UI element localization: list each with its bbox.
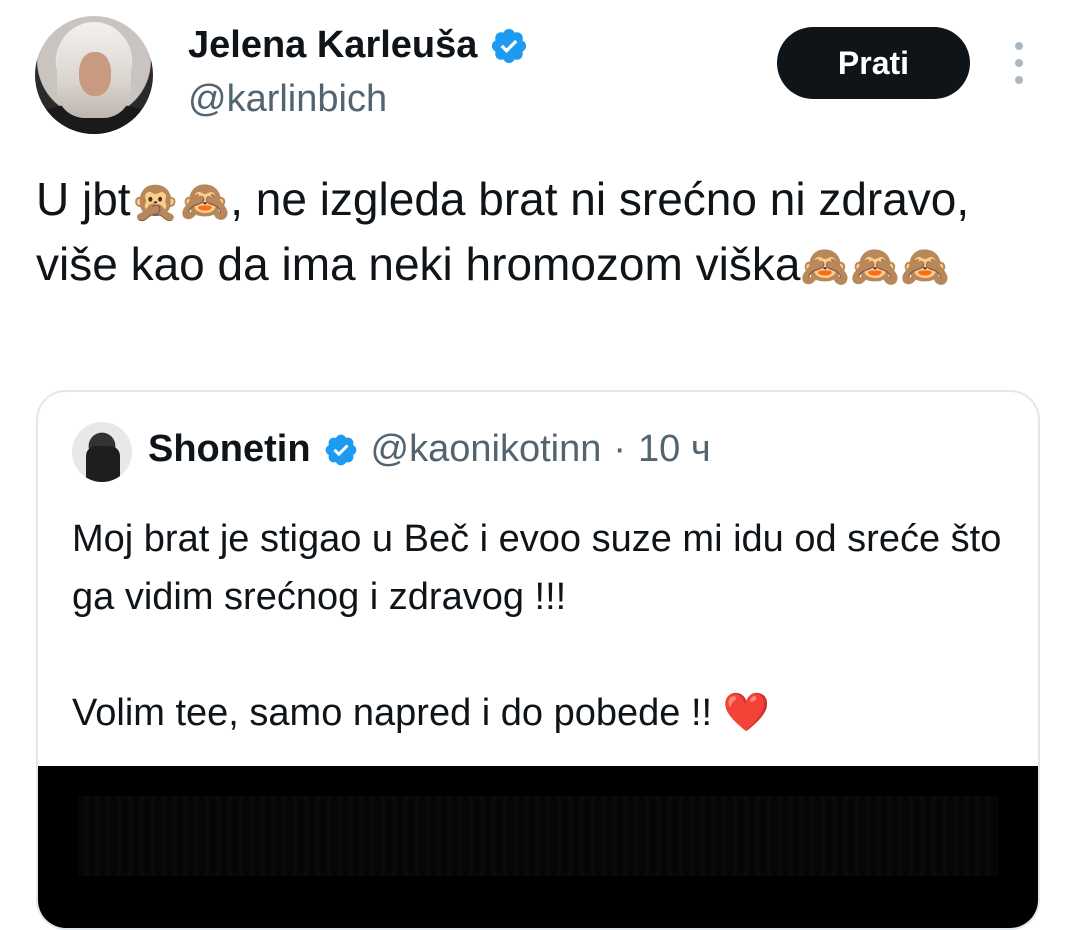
quoted-tweet-text: Moj brat je stigao u Beč i evoo suze mi …	[72, 510, 1032, 742]
verified-badge-icon	[492, 28, 527, 63]
more-dot	[1015, 42, 1023, 50]
avatar-face	[79, 52, 111, 96]
more-dot	[1015, 76, 1023, 84]
follow-button[interactable]: Prati	[777, 27, 970, 99]
quoted-tweet-media[interactable]	[38, 766, 1038, 928]
monkey-emoji-icon: 🙊🙈	[130, 179, 231, 225]
quoted-author-name: Shonetin	[148, 428, 311, 470]
quoted-avatar-figure	[86, 446, 120, 482]
quoted-tweet-card[interactable]: Shonetin @kaonikotinn · 10 ч Moj brat je…	[36, 390, 1040, 930]
tweet-text: U jbt🙊🙈, ne izgleda brat ni srećno ni zd…	[36, 168, 1036, 298]
author-handle[interactable]: @karlinbich	[188, 78, 387, 121]
author-name-row: Jelena Karleuša	[188, 24, 529, 67]
tweet-text-start: U jbt	[36, 173, 131, 225]
quoted-tweet-header: Shonetin @kaonikotinn · 10 ч	[148, 428, 711, 471]
more-vertical-icon[interactable]	[1008, 42, 1030, 84]
quoted-tweet-body: Moj brat je stigao u Beč i evoo suze mi …	[72, 518, 1002, 734]
monkey-emoji-icon: 🙈🙈🙈	[800, 244, 950, 290]
author-display-name[interactable]: Jelena Karleuša	[188, 24, 477, 67]
quoted-timestamp: 10 ч	[638, 428, 711, 470]
author-avatar[interactable]	[35, 16, 153, 134]
heart-emoji-icon: ❤️	[722, 692, 770, 734]
quoted-author-avatar	[72, 422, 132, 482]
media-dark-image	[78, 796, 998, 876]
verified-badge-icon	[325, 434, 356, 465]
quoted-separator: ·	[613, 428, 627, 470]
more-dot	[1015, 59, 1023, 67]
quoted-author-handle: @kaonikotinn	[370, 428, 602, 470]
